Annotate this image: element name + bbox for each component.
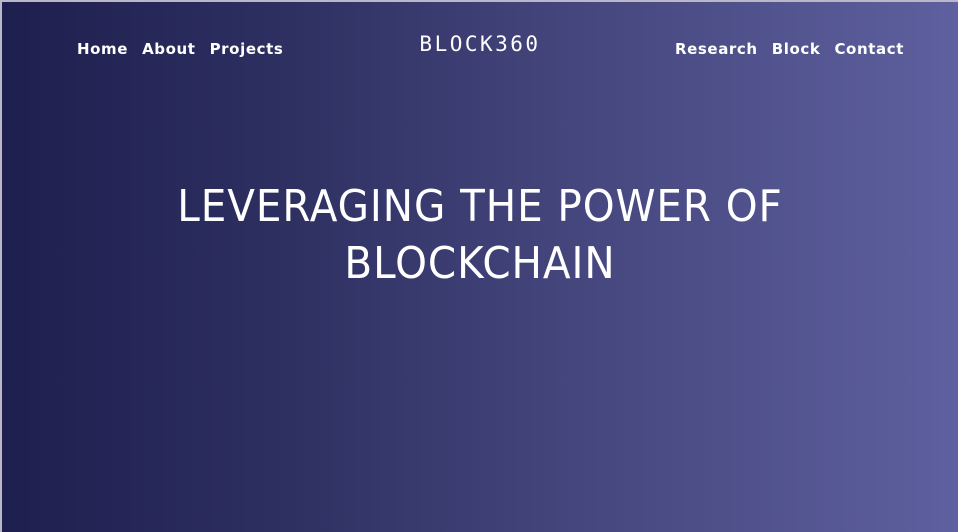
hero-heading-line-1: LEVERAGING THE POWER OF — [177, 181, 783, 232]
hero-heading: LEVERAGING THE POWER OF BLOCKCHAIN — [40, 178, 920, 292]
nav-link-research[interactable]: Research — [675, 40, 758, 58]
primary-nav-right: Research Block Contact — [675, 40, 904, 58]
hero-heading-line-2: BLOCKCHAIN — [344, 238, 616, 289]
nav-link-contact[interactable]: Contact — [834, 40, 904, 58]
nav-link-block[interactable]: Block — [772, 40, 821, 58]
hero-page: Home About Projects BLOCK360 Research Bl… — [0, 0, 958, 532]
